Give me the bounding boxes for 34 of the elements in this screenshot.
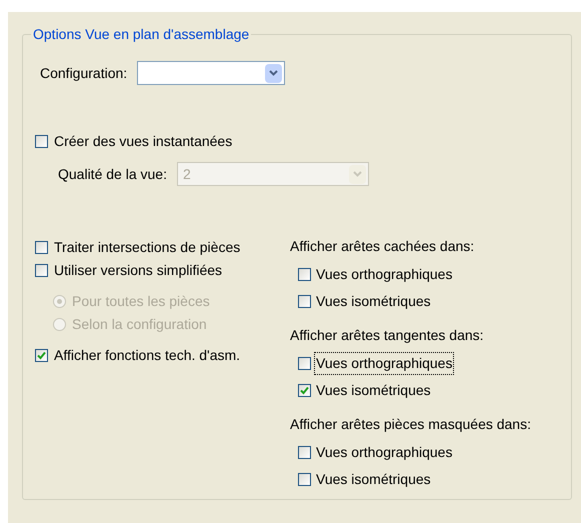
checkbox-label: Vues isométriques	[315, 470, 432, 489]
checkbox[interactable]	[35, 349, 48, 362]
checkbox[interactable]	[298, 295, 311, 308]
section-heading: Afficher arêtes pièces masquées dans:	[290, 415, 531, 434]
checkbox-label: Vues isométriques	[315, 381, 432, 400]
quality-label: Qualité de la vue:	[58, 164, 167, 184]
configuration-dropdown[interactable]	[137, 61, 286, 85]
radio-label: Pour toutes les pièces	[72, 292, 210, 311]
section-heading: Afficher arêtes cachées dans:	[290, 237, 476, 256]
checkbox-label: Vues isométriques	[315, 292, 432, 311]
checkbox[interactable]	[298, 268, 311, 281]
checkbox-label: Traiter intersections de pièces	[54, 238, 240, 257]
checkbox-label: Utiliser versions simplifiées	[54, 261, 222, 280]
checkbox[interactable]	[35, 135, 48, 148]
checkbox[interactable]	[298, 473, 311, 486]
dropdown-button[interactable]	[265, 64, 282, 82]
check-icon	[37, 351, 46, 360]
chevron-down-icon	[269, 70, 278, 76]
checkbox[interactable]	[35, 241, 48, 254]
section-heading: Afficher arêtes tangentes dans:	[290, 326, 485, 345]
radio-label: Selon la configuration	[72, 315, 207, 334]
configuration-label: Configuration:	[40, 64, 128, 83]
checkbox[interactable]	[298, 446, 311, 459]
checkbox-label: Afficher fonctions tech. d'asm.	[54, 346, 240, 365]
checkbox[interactable]	[298, 384, 311, 397]
check-icon	[300, 386, 309, 395]
checkbox-label: Vues orthographiques	[315, 353, 454, 374]
quality-value: 2	[182, 164, 191, 184]
checkbox[interactable]	[35, 264, 48, 277]
checkbox[interactable]	[298, 357, 311, 370]
checkbox-label: Créer des vues instantanées	[54, 132, 232, 151]
chevron-down-icon	[352, 171, 362, 177]
checkbox-label: Vues orthographiques	[315, 265, 454, 284]
checkbox-label: Vues orthographiques	[315, 443, 454, 462]
